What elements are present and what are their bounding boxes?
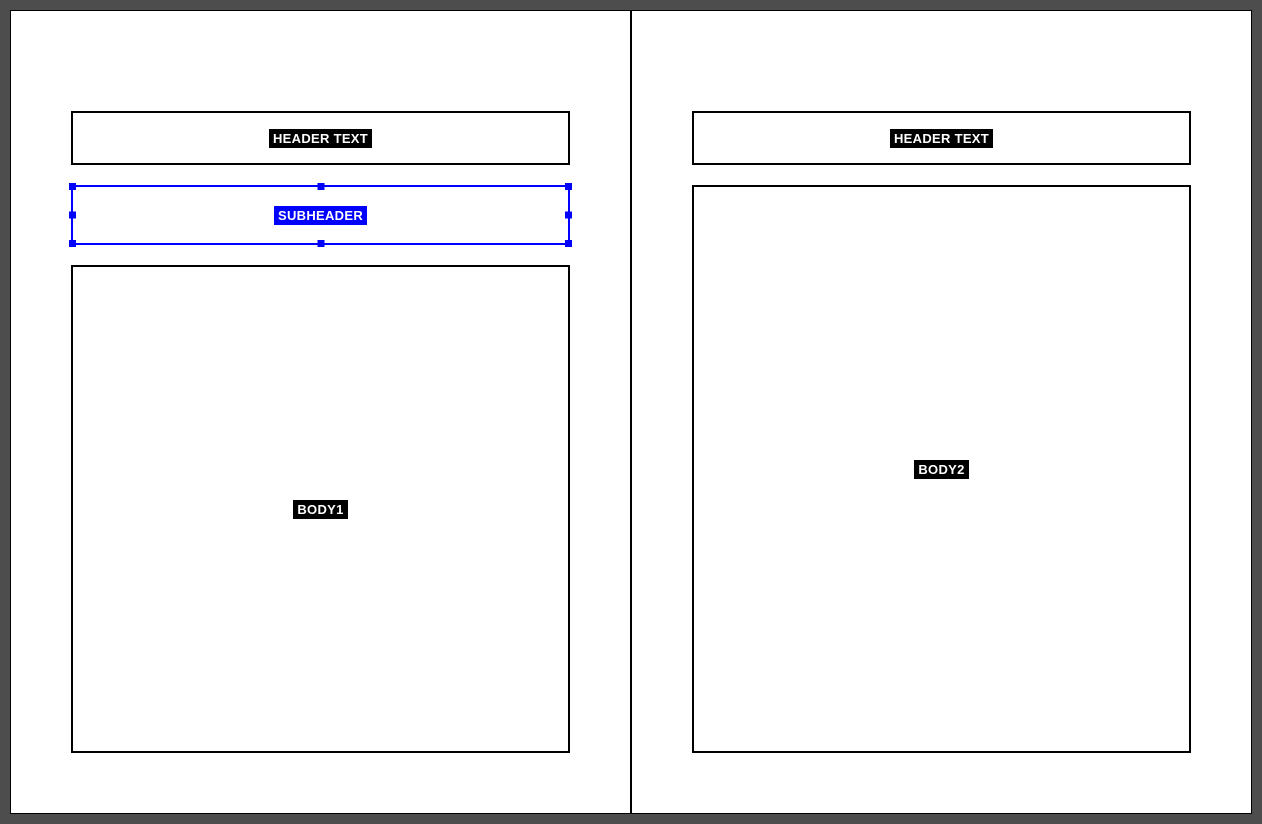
subheader-frame-page1[interactable]: SUBHEADER bbox=[71, 185, 570, 245]
header-frame-page2[interactable]: HEADER TEXT bbox=[692, 111, 1191, 165]
selection-handle-top-center[interactable] bbox=[317, 183, 324, 190]
selection-handle-bottom-center[interactable] bbox=[317, 240, 324, 247]
body-label: BODY2 bbox=[914, 460, 968, 479]
body-frame-page2[interactable]: BODY2 bbox=[692, 185, 1191, 753]
selection-handle-mid-right[interactable] bbox=[565, 212, 572, 219]
selection-handle-bottom-right[interactable] bbox=[565, 240, 572, 247]
body-frame-page1[interactable]: BODY1 bbox=[71, 265, 570, 753]
page-left[interactable]: HEADER TEXT SUBHEADER BODY1 bbox=[10, 10, 631, 814]
selection-handle-bottom-left[interactable] bbox=[69, 240, 76, 247]
body-label: BODY1 bbox=[293, 500, 347, 519]
header-label: HEADER TEXT bbox=[890, 129, 993, 148]
header-label: HEADER TEXT bbox=[269, 129, 372, 148]
header-frame-page1[interactable]: HEADER TEXT bbox=[71, 111, 570, 165]
page-right[interactable]: HEADER TEXT BODY2 bbox=[631, 10, 1252, 814]
selection-handle-top-left[interactable] bbox=[69, 183, 76, 190]
selection-handle-mid-left[interactable] bbox=[69, 212, 76, 219]
subheader-label: SUBHEADER bbox=[274, 206, 367, 225]
selection-handle-top-right[interactable] bbox=[565, 183, 572, 190]
